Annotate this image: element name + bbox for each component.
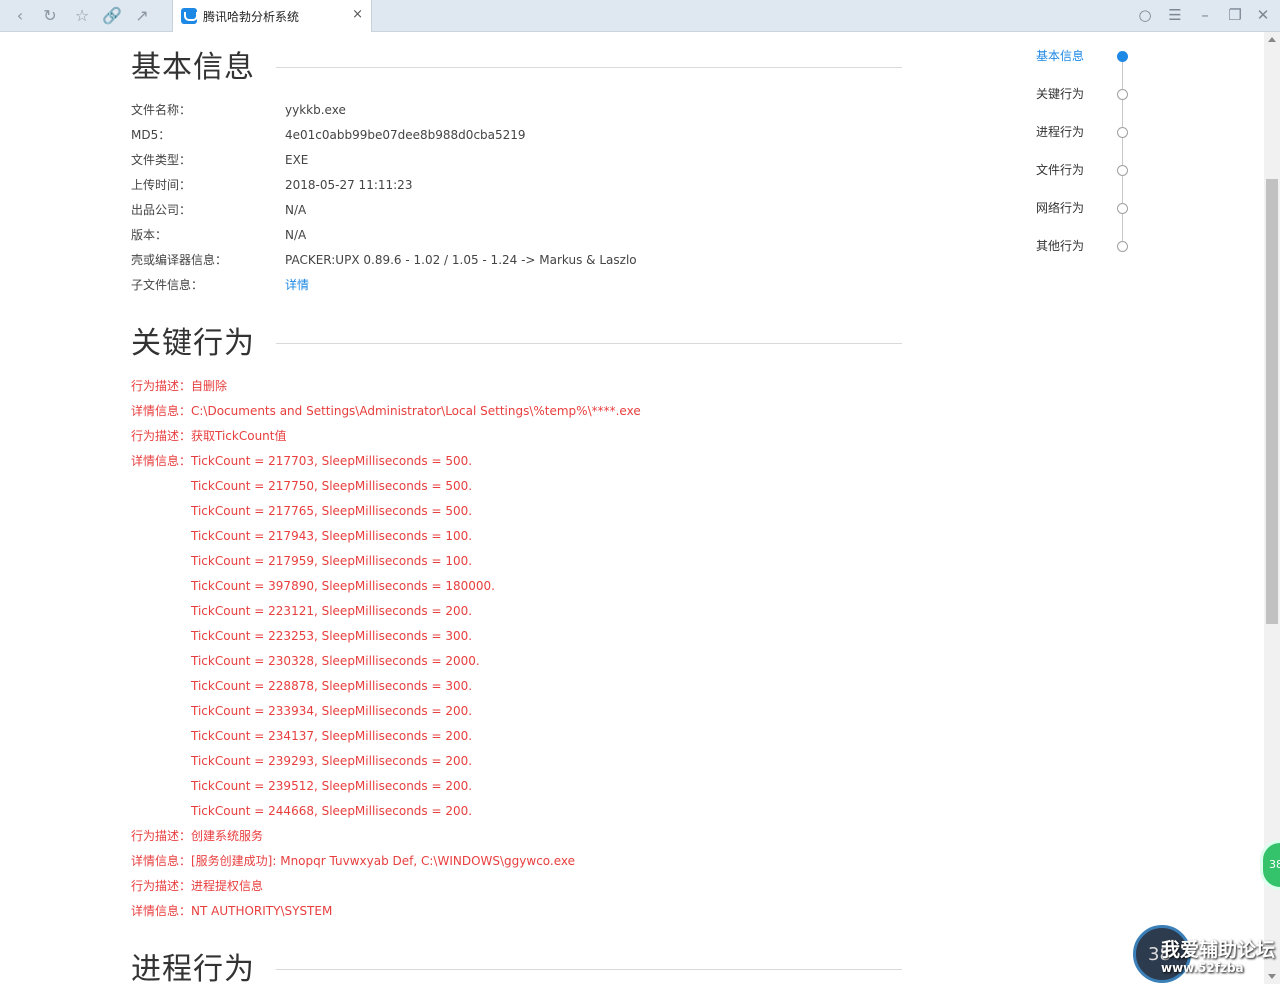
info-label: 上传时间： [131,178,192,192]
behavior-label: 行为描述： [131,429,192,443]
behavior-value: TickCount = 230328, SleepMilliseconds = … [191,654,480,668]
behavior-value: TickCount = 217959, SleepMilliseconds = … [191,554,473,568]
info-value: 4e01c0abb99be07dee8b988d0cba5219 [285,128,526,142]
behavior-value: TickCount = 217750, SleepMilliseconds = … [191,479,473,493]
nav-label: 文件行为 [1036,163,1085,177]
process-behavior-heading: 进程行为 [131,950,255,984]
menu-icon[interactable]: ☰ [1164,6,1186,24]
section-title: 进程行为 [131,952,255,984]
nav-item[interactable]: 文件行为 [1036,160,1136,180]
share-icon[interactable]: ↗ [132,6,152,26]
info-label: MD5： [131,128,171,142]
behavior-value: TickCount = 239512, SleepMilliseconds = … [191,779,473,793]
nav-dot-icon [1117,241,1128,252]
browser-tab[interactable]: 腾讯哈勃分析系统 × [172,0,372,32]
tab-close-icon[interactable]: × [352,7,363,22]
behavior-value: TickCount = 223121, SleepMilliseconds = … [191,604,473,618]
behavior-label: 行为描述： [131,879,192,893]
behavior-value: TickCount = 397890, SleepMilliseconds = … [191,579,495,593]
behavior-value: TickCount = 217703, SleepMilliseconds = … [191,454,473,468]
info-value: PACKER:UPX 0.89.6 - 1.02 / 1.05 - 1.24 -… [285,253,637,267]
section-divider [276,343,902,344]
close-window-icon[interactable]: ✕ [1252,6,1274,24]
nav-item[interactable]: 网络行为 [1036,198,1136,218]
nav-dot-icon [1117,51,1128,62]
restore-icon[interactable]: ❐ [1224,6,1246,24]
section-title: 关键行为 [131,326,255,361]
section-divider [276,67,902,68]
info-value: EXE [285,153,309,167]
bookmark-star-icon[interactable]: ☆ [72,6,92,26]
behavior-value: 自删除 [191,379,228,393]
nav-dot-icon [1117,203,1128,214]
behavior-value: TickCount = 244668, SleepMilliseconds = … [191,804,473,818]
minimize-icon[interactable]: – [1194,6,1216,24]
browser-toolbar: ‹ ↻ ☆ 🔗 ↗ 腾讯哈勃分析系统 × ○ ☰ – ❐ ✕ [0,0,1280,32]
info-label: 文件类型： [131,153,192,167]
nav-item[interactable]: 其他行为 [1036,236,1136,256]
section-title: 基本信息 [131,50,255,85]
nav-dot-icon [1117,89,1128,100]
behavior-value: NT AUTHORITY\SYSTEM [191,904,333,918]
behavior-value: TickCount = 233934, SleepMilliseconds = … [191,704,473,718]
site-favicon-icon [181,8,198,24]
watermark-url: www.52fzba [1161,961,1244,975]
behavior-value: TickCount = 239293, SleepMilliseconds = … [191,754,473,768]
info-value: N/A [285,203,307,217]
nav-dot-icon [1117,165,1128,176]
nav-dot-icon [1117,127,1128,138]
behavior-label: 详情信息： [131,904,192,918]
report-content: 基本信息 文件名称： yykkb.exe MD5： 4e01c0abb99be07de… [0,32,1264,984]
behavior-label: 详情信息： [131,854,192,868]
refresh-icon[interactable]: ↻ [40,6,60,26]
search-icon[interactable]: ○ [1134,6,1156,24]
subfile-details-link[interactable]: 详情 [285,275,309,295]
link-icon[interactable]: 🔗 [102,6,122,26]
nav-label: 关键行为 [1036,87,1085,101]
behavior-label: 行为描述： [131,379,192,393]
watermark-logo: 38 我爱辅助论坛 www.52fzba [1133,925,1276,984]
nav-label: 网络行为 [1036,201,1085,215]
info-label: 壳或编译器信息： [131,253,228,267]
nav-label: 进程行为 [1036,125,1085,139]
back-icon[interactable]: ‹ [10,6,30,26]
nav-item[interactable]: 基本信息 [1036,46,1136,66]
scroll-thumb[interactable] [1266,179,1278,624]
tab-title: 腾讯哈勃分析系统 [203,10,300,24]
behavior-value: TickCount = 223253, SleepMilliseconds = … [191,629,473,643]
behavior-value: 创建系统服务 [191,829,264,843]
behavior-value: C:\Documents and Settings\Administrator\… [191,404,641,418]
info-value: yykkb.exe [285,103,346,117]
behavior-value: 获取TickCount值 [191,429,287,443]
behavior-value: [服务创建成功]: Mnopqr Tuvwxyab Def, C:\WINDOW… [191,854,576,868]
nav-item[interactable]: 进程行为 [1036,122,1136,142]
behavior-label: 行为描述： [131,829,192,843]
behavior-value: TickCount = 234137, SleepMilliseconds = … [191,729,473,743]
section-divider [276,969,902,970]
watermark-title: 我爱辅助论坛 [1161,939,1276,961]
info-label: 版本： [131,228,168,242]
nav-label: 其他行为 [1036,239,1085,253]
nav-label: 基本信息 [1036,49,1085,63]
behavior-label: 详情信息： [131,404,192,418]
behavior-value: TickCount = 217765, SleepMilliseconds = … [191,504,473,518]
info-value: N/A [285,228,307,242]
scroll-up-icon[interactable] [1268,37,1276,42]
info-label: 出品公司： [131,203,192,217]
basic-info-heading: 基本信息 [131,48,255,88]
behavior-value: TickCount = 228878, SleepMilliseconds = … [191,679,473,693]
key-behavior-heading: 关键行为 [131,324,255,364]
info-label: 文件名称： [131,103,192,117]
nav-item[interactable]: 关键行为 [1036,84,1136,104]
behavior-value: 进程提权信息 [191,879,264,893]
info-label: 子文件信息： [131,278,204,292]
behavior-value: TickCount = 217943, SleepMilliseconds = … [191,529,473,543]
section-nav: 基本信息关键行为进程行为文件行为网络行为其他行为 [1036,46,1136,266]
info-value: 2018-05-27 11:11:23 [285,178,413,192]
behavior-label: 详情信息： [131,454,192,468]
